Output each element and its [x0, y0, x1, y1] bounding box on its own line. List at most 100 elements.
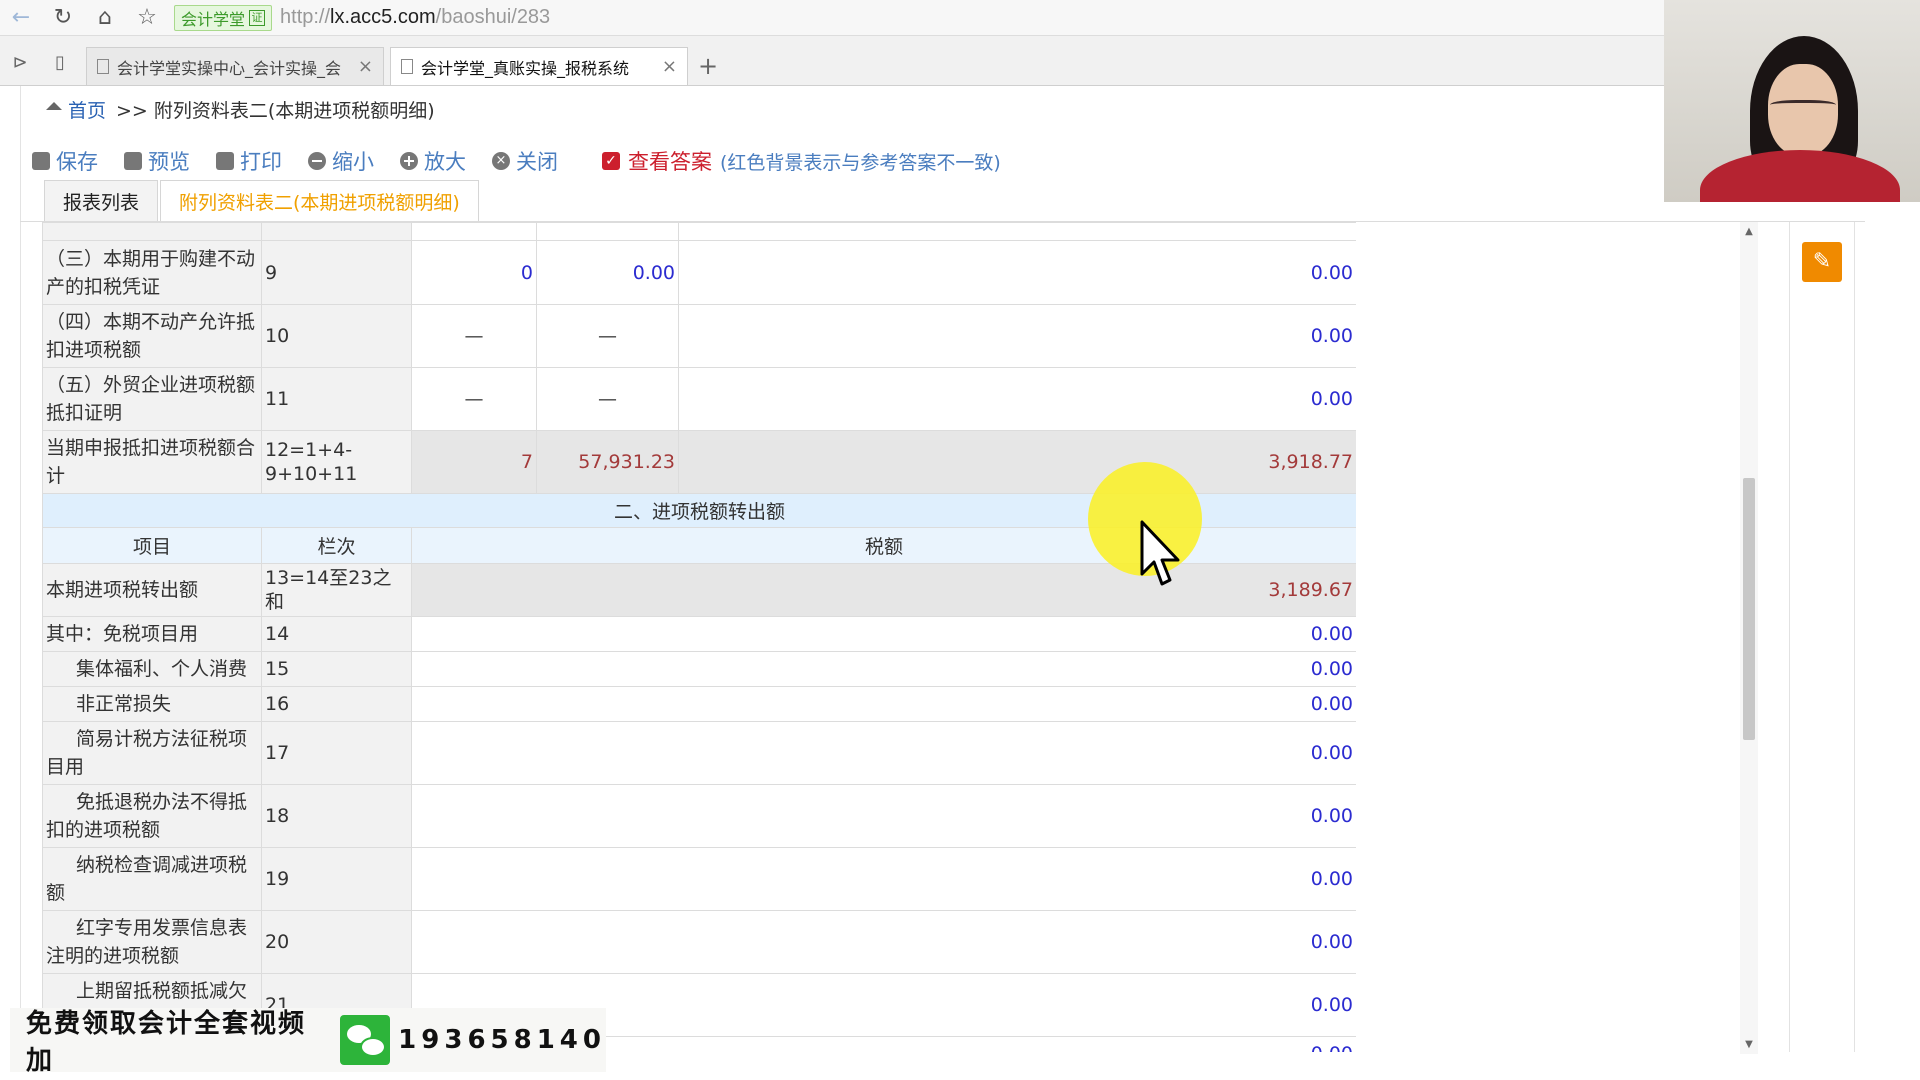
page-tabs: 报表列表 附列资料表二(本期进项税额明细): [44, 180, 479, 222]
site-badge-label: 会计学堂: [181, 9, 246, 29]
tax-cell[interactable]: 0.00: [411, 686, 1356, 722]
zoom-in-label: 放大: [424, 150, 466, 174]
row-col: 13=14至23之和: [261, 563, 412, 617]
table-row: 集体福利、个人消费 15 0.00: [42, 651, 1356, 687]
close-circle-icon: ×: [492, 152, 510, 170]
tax-form-table-container: （三）本期用于购建不动产的扣税凭证 9 0 0.00 0.00 （四）本期不动产…: [42, 222, 1356, 1052]
url-field[interactable]: http://lx.acc5.com/baoshui/283: [280, 6, 550, 29]
row-name: （四）本期不动产允许抵扣进项税额: [42, 304, 262, 368]
tax-cell: 3,918.77: [678, 430, 1356, 494]
tax-cell[interactable]: 0.00: [411, 651, 1356, 687]
browser-tab-strip: ⊳ ▯ 会计学堂实操中心_会计实操_会 × 会计学堂_真账实操_报税系统 × +: [0, 36, 1664, 86]
checkbox-checked-icon[interactable]: ✓: [602, 152, 620, 170]
save-button[interactable]: 保存: [32, 146, 98, 176]
view-answer-checkbox[interactable]: ✓ 查看答案 (红色背景表示与参考答案不一致): [602, 146, 1001, 176]
row-name: 集体福利、个人消费: [42, 651, 262, 687]
preview-icon: [124, 152, 142, 170]
table-row: 非正常损失 16 0.00: [42, 686, 1356, 722]
breadcrumb-current: >> 附列资料表二(本期进项税额明细): [116, 99, 435, 122]
page-icon: [97, 59, 109, 74]
table-row: 简易计税方法征税项目用 17 0.00: [42, 721, 1356, 785]
home-icon: [46, 102, 62, 110]
row-col: 17: [261, 721, 412, 785]
tax-cell[interactable]: 0.00: [678, 240, 1356, 305]
wechat-icon: [340, 1015, 391, 1065]
tax-cell[interactable]: 0.00: [411, 721, 1356, 785]
print-button[interactable]: 打印: [216, 146, 282, 176]
site-badge[interactable]: 会计学堂 证: [174, 4, 273, 31]
row-name: 免抵退税办法不得抵扣的进项税额: [42, 784, 262, 848]
save-label: 保存: [56, 150, 98, 174]
url-host: lx.acc5.com: [330, 6, 436, 28]
url-path: /baoshui/283: [435, 6, 551, 28]
table-row: （三）本期用于购建不动产的扣税凭证 9 0 0.00 0.00: [42, 240, 1356, 305]
amount-cell: 57,931.23: [536, 430, 679, 494]
amount-cell[interactable]: 0.00: [536, 240, 679, 305]
tax-cell[interactable]: 0.00: [678, 304, 1356, 368]
certificate-icon: 证: [249, 9, 266, 26]
column-header-item: 项目: [42, 527, 262, 564]
table-row: 其中：免税项目用 14 0.00: [42, 616, 1356, 652]
bookmark-star-icon[interactable]: ☆: [126, 0, 168, 36]
tab-report-list[interactable]: 报表列表: [44, 180, 159, 222]
new-tab-icon[interactable]: +: [698, 47, 718, 85]
table-row: （四）本期不动产允许抵扣进项税额 10 — — 0.00: [42, 304, 1356, 368]
preview-button[interactable]: 预览: [124, 146, 190, 176]
tax-cell[interactable]: 0.00: [411, 910, 1356, 974]
row-col: 20: [261, 910, 412, 974]
row-col: 10: [261, 304, 412, 368]
browser-tab[interactable]: 会计学堂实操中心_会计实操_会 ×: [86, 47, 384, 85]
vertical-scrollbar[interactable]: ▲ ▼: [1740, 222, 1758, 1054]
content-left-border: [20, 86, 21, 1046]
row-col: 9: [261, 240, 412, 305]
scroll-up-icon[interactable]: ▲: [1740, 226, 1758, 237]
plus-circle-icon: [400, 152, 418, 170]
zoom-out-label: 缩小: [332, 150, 374, 174]
close-label: 关闭: [516, 150, 558, 174]
scroll-down-icon[interactable]: ▼: [1740, 1039, 1758, 1050]
row-name: 本期进项税转出额: [42, 563, 262, 617]
browser-tab-title: 会计学堂_真账实操_报税系统: [421, 58, 630, 78]
zoom-out-button[interactable]: 缩小: [308, 146, 374, 176]
back-icon[interactable]: ←: [0, 0, 42, 36]
minus-circle-icon: [308, 152, 326, 170]
tax-cell[interactable]: 0.00: [411, 784, 1356, 848]
promo-banner: 免费领取会计全套视频加 193658140: [10, 1008, 606, 1076]
page-icon: [401, 59, 413, 74]
tax-cell: 3,189.67: [411, 563, 1356, 617]
tax-cell[interactable]: 0.00: [411, 847, 1356, 911]
table-row: （五）外贸企业进项税额抵扣证明 11 — — 0.00: [42, 367, 1356, 431]
close-tab-icon[interactable]: ×: [662, 56, 677, 77]
tax-cell[interactable]: 0.00: [678, 367, 1356, 431]
home-icon[interactable]: ⌂: [84, 0, 126, 36]
row-col: 15: [261, 651, 412, 687]
count-cell[interactable]: 0: [411, 240, 537, 305]
row-col: 11: [261, 367, 412, 431]
tab-attachment-2[interactable]: 附列资料表二(本期进项税额明细): [160, 180, 479, 222]
table-row: 红字专用发票信息表注明的进项税额 20 0.00: [42, 910, 1356, 974]
browser-tab-active[interactable]: 会计学堂_真账实操_报税系统 ×: [390, 47, 688, 85]
reload-icon[interactable]: ↻: [42, 0, 84, 36]
row-col: 18: [261, 784, 412, 848]
table-row: 纳税检查调减进项税额 19 0.00: [42, 847, 1356, 911]
sidebar-toggle-icon[interactable]: ⊳: [0, 39, 40, 85]
amount-cell: —: [536, 304, 679, 368]
tax-cell[interactable]: 0.00: [411, 616, 1356, 652]
form-toolbar: 保存 预览 打印 缩小 放大 × 关闭 ✓ 查看答案 (红色背景表示与参考答案不一…: [32, 143, 1001, 179]
count-cell: 7: [411, 430, 537, 494]
scrollbar-thumb[interactable]: [1743, 478, 1755, 740]
phone-icon[interactable]: ▯: [40, 39, 80, 85]
close-button[interactable]: × 关闭: [492, 146, 558, 176]
row-name: （五）外贸企业进项税额抵扣证明: [42, 367, 262, 431]
row-name: （三）本期用于购建不动产的扣税凭证: [42, 240, 262, 305]
row-name: 当期申报抵扣进项税额合计: [42, 430, 262, 494]
print-icon: [216, 152, 234, 170]
brush-icon[interactable]: ✎: [1802, 242, 1842, 282]
column-header-tax: 税额: [411, 527, 1356, 564]
zoom-in-button[interactable]: 放大: [400, 146, 466, 176]
mouse-cursor-icon: [1140, 520, 1180, 586]
breadcrumb-home[interactable]: 首页: [46, 96, 106, 123]
table-row: 免抵退税办法不得抵扣的进项税额 18 0.00: [42, 784, 1356, 848]
table-row: [42, 222, 1356, 241]
close-tab-icon[interactable]: ×: [358, 56, 373, 77]
